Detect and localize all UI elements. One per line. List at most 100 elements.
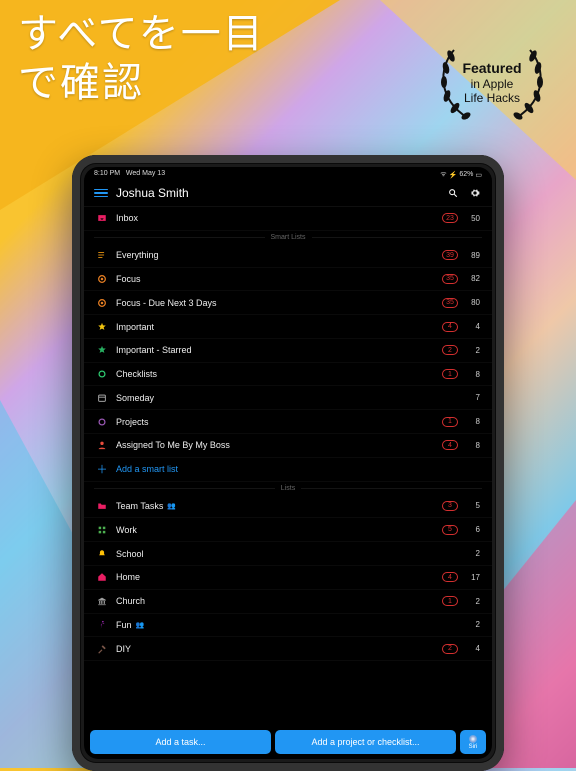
laurel-line1: Featured (462, 60, 521, 77)
search-icon[interactable] (446, 186, 460, 200)
lists-badge: 2 (442, 644, 458, 654)
charge-icon: ⚡ (449, 171, 458, 179)
smart-row-1[interactable]: Focus3582 (84, 268, 492, 292)
lists-count: 5 (466, 501, 480, 510)
lists-count: 6 (466, 525, 480, 534)
smart-label: Everything (116, 250, 434, 260)
smart-badge: 39 (442, 250, 458, 260)
smart-label: Focus - Due Next 3 Days (116, 298, 434, 308)
circle-icon (96, 416, 108, 428)
menu-icon[interactable] (94, 189, 108, 198)
app-screen: 8:10 PM Wed May 13 ᯤ ⚡ 62% ▭ Joshua Smit… (84, 167, 492, 759)
user-title[interactable]: Joshua Smith (116, 186, 438, 200)
smart-badge: 35 (442, 298, 458, 308)
bank-icon (96, 595, 108, 607)
section-smart-lists: Smart Lists (84, 231, 492, 244)
cal-icon (96, 392, 108, 404)
lists-label: Team Tasks 👥 (116, 501, 434, 511)
lists-badge: 1 (442, 596, 458, 606)
bottom-bar: Add a task... Add a project or checklist… (84, 725, 492, 759)
smart-count: 2 (466, 346, 480, 355)
hammer-icon (96, 643, 108, 655)
smart-row-6[interactable]: Someday7 (84, 386, 492, 410)
list-row-inbox[interactable]: Inbox 23 50 (84, 207, 492, 231)
lists-count: 2 (466, 597, 480, 606)
add-smart-list-button[interactable]: ＋ Add a smart list (84, 458, 492, 482)
people-icon: 👥 (167, 502, 176, 510)
add-smart-label: Add a smart list (116, 464, 480, 474)
lists-count: 2 (466, 620, 480, 629)
lists-count: 17 (466, 573, 480, 582)
lists-row-0[interactable]: Team Tasks 👥 35 (84, 495, 492, 519)
ipad-frame: 8:10 PM Wed May 13 ᯤ ⚡ 62% ▭ Joshua Smit… (72, 155, 504, 771)
lists-row-2[interactable]: School 2 (84, 542, 492, 566)
app-header: Joshua Smith (84, 180, 492, 207)
lists-label: School (116, 549, 458, 559)
status-date: Wed May 13 (126, 170, 165, 177)
status-battery: 62% (459, 171, 473, 178)
lists-count: 2 (466, 549, 480, 558)
siri-button[interactable]: Siri (460, 730, 486, 754)
smart-label: Focus (116, 274, 434, 284)
smart-badge: 4 (442, 440, 458, 450)
smart-label: Someday (116, 393, 458, 403)
lists-label: DIY (116, 644, 434, 654)
smart-count: 8 (466, 370, 480, 379)
star-icon (96, 344, 108, 356)
list-icon (96, 249, 108, 261)
lists-row-1[interactable]: Work56 (84, 518, 492, 542)
lists-label: Home (116, 572, 434, 582)
headline-text: すべてを一目 で確認 (18, 10, 265, 108)
lists-row-4[interactable]: Church 12 (84, 590, 492, 614)
smart-badge: 4 (442, 322, 458, 332)
smart-badge: 1 (442, 369, 458, 379)
battery-icon: ▭ (475, 171, 482, 179)
smart-row-5[interactable]: Checklists 18 (84, 363, 492, 387)
folder-icon (96, 500, 108, 512)
bell-icon (96, 548, 108, 560)
circle-icon (96, 368, 108, 380)
status-bar: 8:10 PM Wed May 13 ᯤ ⚡ 62% ▭ (84, 167, 492, 180)
lists-row-3[interactable]: Home417 (84, 566, 492, 590)
smart-count: 82 (466, 274, 480, 283)
smart-row-7[interactable]: Projects18 (84, 410, 492, 434)
smart-label: Checklists (116, 369, 434, 379)
add-project-button[interactable]: Add a project or checklist... (275, 730, 456, 754)
laurel-line3: Life Hacks (462, 91, 521, 105)
lists-badge: 5 (442, 525, 458, 535)
person-icon (96, 439, 108, 451)
add-task-button[interactable]: Add a task... (90, 730, 271, 754)
smart-count: 8 (466, 441, 480, 450)
smart-row-2[interactable]: Focus - Due Next 3 Days 35 80 (84, 291, 492, 315)
target-icon (96, 273, 108, 285)
lists-badge: 3 (442, 501, 458, 511)
lists-row-5[interactable]: Fun 👥2 (84, 614, 492, 638)
people-icon: 👥 (136, 621, 145, 629)
smart-count: 4 (466, 322, 480, 331)
smart-label: Important (116, 322, 434, 332)
lists-label: Church (116, 596, 434, 606)
smart-label: Projects (116, 417, 434, 427)
lists-row-6[interactable]: DIY 24 (84, 637, 492, 661)
inbox-icon (96, 212, 108, 224)
smart-badge: 1 (442, 417, 458, 427)
run-icon (96, 619, 108, 631)
smart-badge: 2 (442, 345, 458, 355)
smart-row-8[interactable]: Assigned To Me By My Boss 48 (84, 434, 492, 458)
gear-icon[interactable] (468, 186, 482, 200)
grid-icon (96, 524, 108, 536)
siri-label: Siri (469, 744, 478, 750)
smart-row-0[interactable]: Everything 39 89 (84, 244, 492, 268)
featured-badge: Featured in Apple Life Hacks (432, 38, 552, 128)
smart-label: Assigned To Me By My Boss (116, 440, 434, 450)
smart-row-4[interactable]: Important - Starred 22 (84, 339, 492, 363)
smart-count: 80 (466, 298, 480, 307)
smart-count: 89 (466, 251, 480, 260)
inbox-count: 50 (466, 214, 480, 223)
smart-row-3[interactable]: Important 44 (84, 315, 492, 339)
smart-label: Important - Starred (116, 345, 434, 355)
laurel-line2: in Apple (462, 77, 521, 91)
lists-count: 4 (466, 644, 480, 653)
home-icon (96, 571, 108, 583)
target-icon (96, 297, 108, 309)
